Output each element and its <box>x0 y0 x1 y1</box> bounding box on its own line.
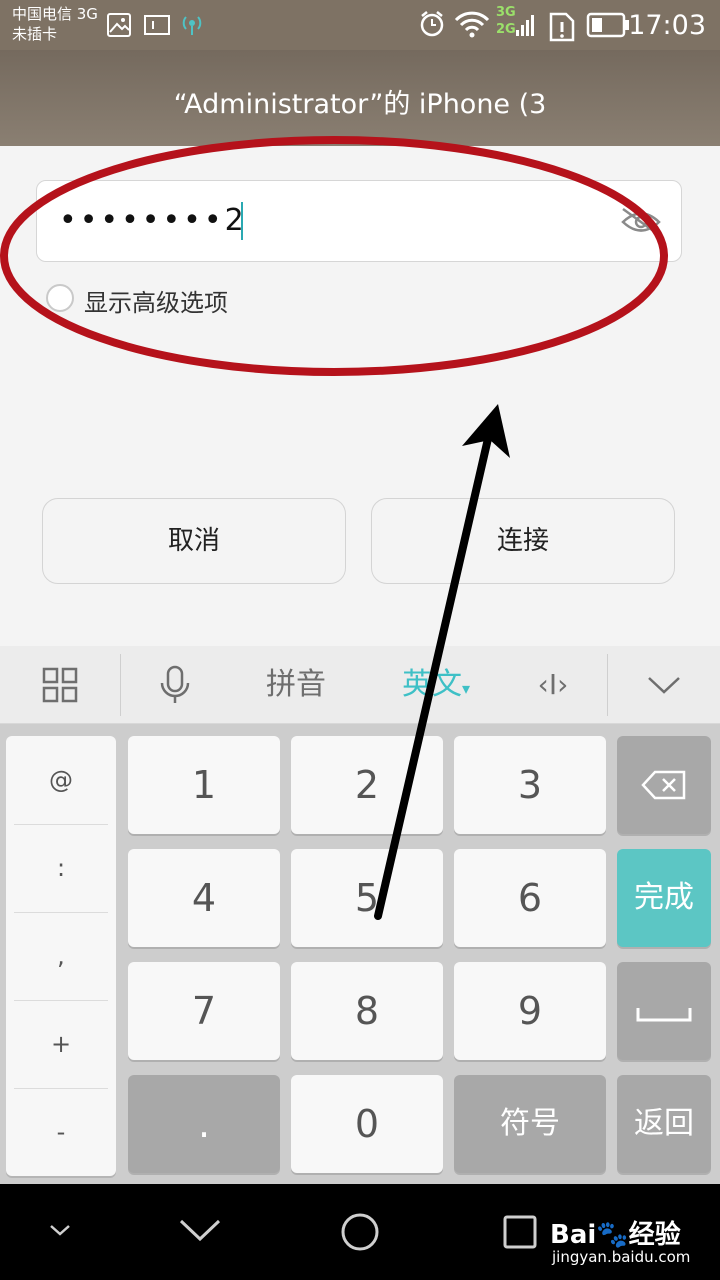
password-value: ••••••••2 <box>59 203 247 238</box>
recents-icon[interactable] <box>502 1214 538 1250</box>
sim-status: 未插卡 <box>12 25 58 43</box>
image-notification-icon <box>107 13 131 37</box>
key-6[interactable]: 6 <box>454 849 606 947</box>
text-caret <box>241 202 243 240</box>
grid-icon <box>42 667 78 703</box>
no-sim-icon <box>549 12 575 42</box>
key-4[interactable]: 4 <box>128 849 280 947</box>
microphone-icon <box>160 665 190 703</box>
navigation-bar: Bai🐾经验 jingyan.baidu.com <box>0 1184 720 1280</box>
key-7[interactable]: 7 <box>128 962 280 1060</box>
status-bar: 中国电信 3G 未插卡 3G 2G 17:03 <box>0 0 720 50</box>
toolbar-divider <box>607 654 608 716</box>
voice-input-button[interactable] <box>140 646 210 724</box>
network-type: 3G 2G <box>496 4 516 38</box>
english-tab-label: 英文 <box>401 667 462 702</box>
toolbar-divider <box>120 654 121 716</box>
show-advanced-label: 显示高级选项 <box>84 289 228 317</box>
home-icon[interactable] <box>340 1212 380 1252</box>
key-dot[interactable]: . <box>128 1075 280 1173</box>
watermark-url: jingyan.baidu.com <box>552 1248 691 1266</box>
keyboard-toolbar: 拼音 英文▾ ‹I› <box>0 646 720 724</box>
symbol-key-minus[interactable]: - <box>6 1088 116 1176</box>
wifi-password-dialog: ••••••••2 显示高级选项 取消 连接 <box>0 146 720 646</box>
english-tab[interactable]: 英文▾ <box>388 646 484 724</box>
back-key[interactable]: 返回 <box>617 1075 711 1173</box>
network-2g: 2G <box>496 22 516 37</box>
wifi-icon <box>454 11 490 38</box>
chevron-down-icon <box>648 677 680 694</box>
key-2[interactable]: 2 <box>291 736 443 834</box>
space-icon <box>636 1008 692 1022</box>
done-key[interactable]: 完成 <box>617 849 711 947</box>
hide-keyboard-button[interactable] <box>626 646 702 724</box>
pinyin-tab[interactable]: 拼音 <box>246 646 346 724</box>
cursor-tool-button[interactable]: ‹I› <box>516 646 590 724</box>
symbol-key-comma[interactable]: , <box>6 912 116 1000</box>
symbol-key-at[interactable]: @ <box>6 736 116 824</box>
key-9[interactable]: 9 <box>454 962 606 1060</box>
alarm-icon <box>420 11 444 37</box>
numeric-keyboard: @ : , + - 1 2 3 4 5 6 完成 7 8 9 . 0 符号 返回 <box>0 724 720 1184</box>
backspace-icon <box>641 770 686 800</box>
key-5[interactable]: 5 <box>291 849 443 947</box>
baidu-logo: Bai🐾经验 <box>550 1220 681 1250</box>
symbol-key-colon[interactable]: : <box>6 824 116 912</box>
connect-button[interactable]: 连接 <box>371 498 675 584</box>
title-bar: “Administrator”的 iPhone (3 <box>0 50 720 146</box>
key-1[interactable]: 1 <box>128 736 280 834</box>
battery-icon <box>586 12 629 38</box>
key-0[interactable]: 0 <box>291 1075 443 1173</box>
hotspot-icon <box>182 16 202 35</box>
cancel-button[interactable]: 取消 <box>42 498 346 584</box>
password-input[interactable]: ••••••••2 <box>36 180 682 262</box>
network-3g: 3G <box>496 5 516 20</box>
network-title: “Administrator”的 iPhone (3 <box>173 89 547 120</box>
show-password-icon[interactable] <box>621 207 661 237</box>
backspace-key[interactable] <box>617 736 711 834</box>
language-dropdown-icon: ▾ <box>461 679 471 698</box>
space-key[interactable] <box>617 962 711 1060</box>
keyboard-notification-icon <box>144 15 170 35</box>
symbols-key[interactable]: 符号 <box>454 1075 606 1173</box>
key-8[interactable]: 8 <box>291 962 443 1060</box>
key-3[interactable]: 3 <box>454 736 606 834</box>
back-nav-icon[interactable] <box>178 1216 222 1244</box>
symbol-panel: @ : , + - <box>6 736 116 1176</box>
carrier-info: 中国电信 3G 未插卡 <box>12 4 98 44</box>
carrier-name: 中国电信 3G <box>12 5 98 23</box>
signal-icon <box>516 15 534 36</box>
grid-menu-button[interactable] <box>14 646 106 724</box>
symbol-key-plus[interactable]: + <box>6 1000 116 1088</box>
clock: 17:03 <box>628 10 706 41</box>
collapse-icon[interactable] <box>48 1222 72 1238</box>
show-advanced-radio[interactable] <box>46 284 74 312</box>
